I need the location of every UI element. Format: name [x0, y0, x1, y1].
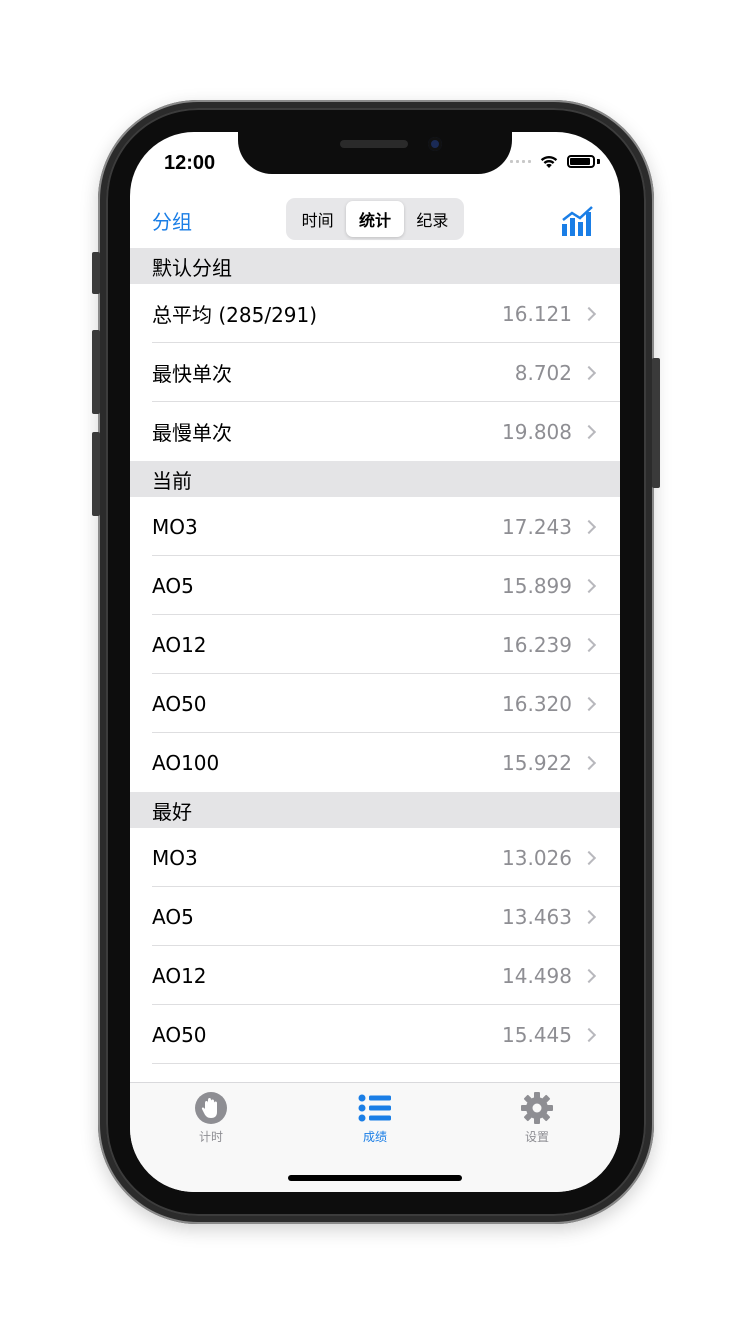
tab-results[interactable]: 成绩 [335, 1091, 415, 1145]
tab-label: 设置 [524, 1130, 549, 1144]
chevron-right-icon [581, 424, 597, 439]
stat-row[interactable]: AO12 14.498 [130, 946, 620, 1005]
stat-value: 16.239 [502, 632, 572, 657]
chevron-right-icon [581, 1027, 597, 1042]
status-time: 12:00 [164, 152, 216, 174]
stat-label: MO3 [152, 845, 198, 870]
front-camera [428, 137, 442, 151]
stat-row[interactable]: AO100 15.922 [130, 733, 620, 792]
cellular-signal-icon [510, 160, 531, 163]
chevron-right-icon [581, 637, 597, 652]
stat-value: 15.445 [502, 1022, 572, 1047]
chevron-right-icon [581, 696, 597, 711]
stat-value: 16.121 [502, 301, 572, 326]
section-header-current: 当前 [130, 461, 620, 497]
chevron-right-icon [581, 578, 597, 593]
stat-value: 13.026 [502, 845, 572, 870]
speaker [340, 140, 408, 148]
chevron-right-icon [581, 306, 597, 321]
chevron-right-icon [581, 850, 597, 865]
status-icons [510, 154, 600, 169]
stat-row[interactable]: AO50 15.445 [130, 1005, 620, 1064]
gear-icon [521, 1092, 553, 1124]
group-button[interactable]: 分组 [152, 206, 192, 235]
stat-row[interactable]: AO5 13.463 [130, 887, 620, 946]
hand-timer-icon [195, 1092, 227, 1124]
stat-label: 最慢单次 [152, 421, 232, 445]
stat-row[interactable]: AO12 16.239 [130, 615, 620, 674]
chart-icon[interactable] [560, 204, 596, 238]
stat-row[interactable]: 最慢单次 19.808 [130, 402, 620, 461]
stat-value: 19.808 [502, 419, 572, 444]
wifi-icon [540, 155, 558, 168]
stat-label: AO5 [152, 573, 194, 598]
section-header-default-group: 默认分组 [130, 248, 620, 284]
stat-row[interactable]: MO3 17.243 [130, 497, 620, 556]
stat-row[interactable]: 总平均 (285/291) 16.121 [130, 284, 620, 343]
stat-value: 16.320 [502, 691, 572, 716]
segmented-control[interactable]: 时间 统计 纪录 [286, 198, 464, 240]
volume-down-button [92, 432, 100, 516]
power-button [652, 358, 660, 488]
stat-label: AO50 [152, 1022, 207, 1047]
chevron-right-icon [581, 519, 597, 534]
segment-stats[interactable]: 统计 [346, 201, 404, 237]
stat-value: 17.243 [502, 514, 572, 539]
tab-settings[interactable]: 设置 [497, 1091, 577, 1145]
stat-row[interactable]: MO3 13.026 [130, 828, 620, 887]
segment-time[interactable]: 时间 [289, 201, 346, 237]
stat-label: MO3 [152, 514, 198, 539]
stat-label: AO5 [152, 904, 194, 929]
stat-row[interactable]: AO50 16.320 [130, 674, 620, 733]
tab-label: 计时 [198, 1130, 223, 1144]
tab-timer[interactable]: 计时 [171, 1091, 251, 1145]
stat-label: AO12 [152, 632, 207, 657]
stat-label: 总平均 (285/291) [152, 303, 318, 327]
chevron-right-icon [581, 365, 597, 380]
battery-icon [567, 155, 595, 168]
section-header-best: 最好 [130, 792, 620, 828]
home-indicator [288, 1175, 462, 1181]
stat-label: AO50 [152, 691, 207, 716]
screen: 12:00 分组 时间 统计 纪录 默认分组 总平均 (285/291) 16.… [130, 132, 620, 1192]
stat-row[interactable]: AO5 15.899 [130, 556, 620, 615]
stat-value: 15.922 [502, 750, 572, 775]
volume-up-button [92, 330, 100, 414]
stat-label: AO12 [152, 963, 207, 988]
battery-cap [597, 159, 600, 164]
stat-value: 13.463 [502, 904, 572, 929]
stats-list: 默认分组 总平均 (285/291) 16.121 最快单次 8.702 最慢单… [130, 248, 620, 1064]
tab-bar: 计时 成绩 设置 [130, 1082, 620, 1192]
chevron-right-icon [581, 909, 597, 924]
stat-label: AO100 [152, 750, 220, 775]
segment-records[interactable]: 纪录 [404, 201, 461, 237]
chevron-right-icon [581, 755, 597, 770]
notch [238, 132, 512, 174]
stat-value: 14.498 [502, 963, 572, 988]
chevron-right-icon [581, 968, 597, 983]
stat-row[interactable]: 最快单次 8.702 [130, 343, 620, 402]
tab-label: 成绩 [362, 1130, 387, 1144]
list-icon [358, 1094, 391, 1122]
mute-switch [92, 252, 100, 294]
stat-label: 最快单次 [152, 362, 232, 386]
stat-value: 8.702 [514, 360, 572, 385]
stat-value: 15.899 [502, 573, 572, 598]
